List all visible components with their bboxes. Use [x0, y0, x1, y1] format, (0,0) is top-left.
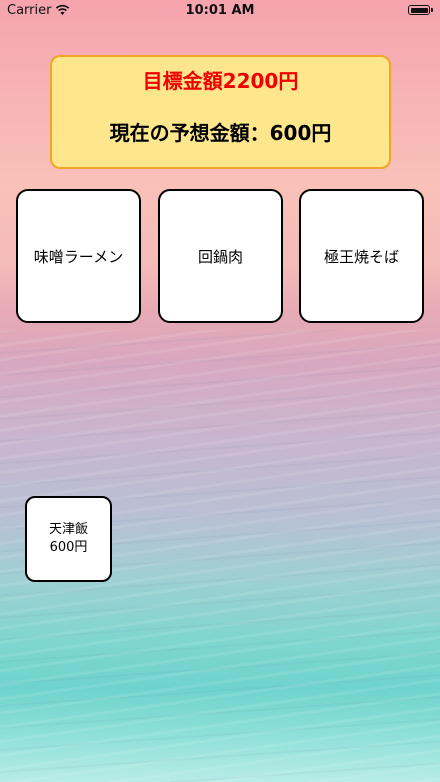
status-time: 10:01 AM	[185, 3, 255, 18]
menu-item-hoikoro[interactable]: 回鍋肉	[158, 189, 283, 323]
goal-panel: 目標金額2200円 現在の予想金額：600円	[50, 55, 391, 169]
menu-item-yakisoba[interactable]: 極王焼そば	[299, 189, 424, 323]
current-estimate-label: 現在の予想金額：600円	[109, 121, 332, 145]
menu-item-label: 味噌ラーメン	[33, 247, 124, 266]
selected-item-name: 天津飯	[48, 522, 88, 537]
menu-item-miso-ramen[interactable]: 味噌ラーメン	[16, 189, 141, 323]
menu-item-label: 回鍋肉	[197, 247, 243, 266]
selected-item-price: 600円	[49, 540, 88, 555]
target-amount-label: 目標金額2200円	[142, 69, 299, 93]
status-bar: Carrier 10:01 AM	[0, 0, 440, 22]
menu-item-label: 極王焼そば	[323, 247, 399, 266]
battery-icon	[408, 5, 433, 15]
selected-item-card[interactable]: 天津飯 600円	[25, 496, 112, 582]
